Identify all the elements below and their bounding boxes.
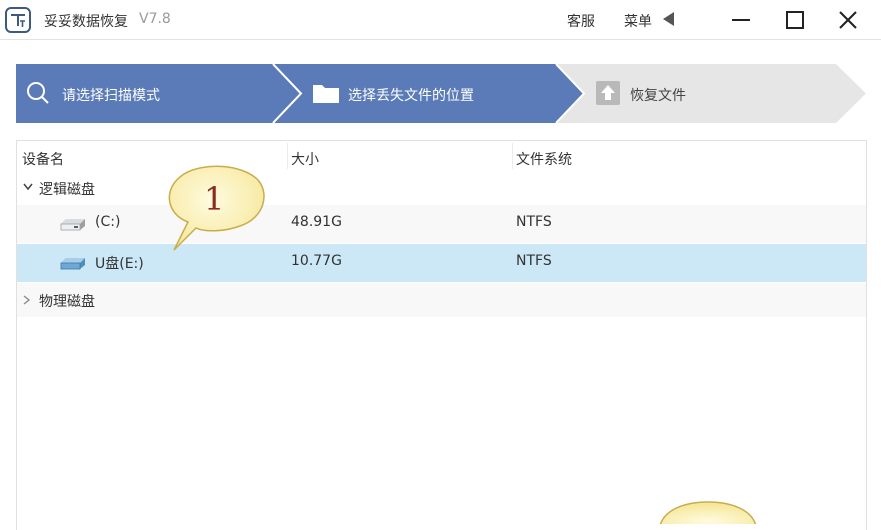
minimize-icon xyxy=(732,19,750,21)
usb-drive-icon xyxy=(60,258,85,270)
menu-button[interactable]: 菜单 xyxy=(624,11,652,31)
column-header-size[interactable]: 大小 xyxy=(291,149,319,169)
chevron-down-icon[interactable] xyxy=(23,183,33,191)
app-title: 妥妥数据恢复 xyxy=(44,14,128,30)
app-logo-icon xyxy=(5,7,31,33)
hard-drive-icon xyxy=(60,219,85,231)
device-size: 10.77G xyxy=(291,253,342,269)
device-file-system: NTFS xyxy=(516,253,552,269)
group-label: 物理磁盘 xyxy=(39,294,95,310)
group-label: 逻辑磁盘 xyxy=(39,182,95,198)
upload-icon xyxy=(596,81,620,105)
close-icon xyxy=(839,11,857,29)
table-row[interactable]: (C:) 48.91G NTFS xyxy=(17,205,866,243)
app-version: V7.8 xyxy=(139,11,171,27)
callout-bubble-2 xyxy=(659,501,757,524)
folder-icon xyxy=(313,85,339,103)
minimize-button[interactable] xyxy=(723,5,759,35)
device-list: 设备名 大小 文件系统 逻辑磁盘 (C:) 48.91G NTFS U盘(E:)… xyxy=(16,140,867,530)
device-name: U盘(E:) xyxy=(95,256,144,272)
step-2-label: 选择丢失文件的位置 xyxy=(348,88,474,104)
tree-group-physical-disks[interactable]: 物理磁盘 xyxy=(17,283,866,317)
step-3-label: 恢复文件 xyxy=(630,88,686,104)
callout-number: 1 xyxy=(204,180,225,218)
column-header-file-system[interactable]: 文件系统 xyxy=(516,149,572,169)
title-bar: 妥妥数据恢复 V7.8 客服 菜单 xyxy=(0,0,881,40)
device-size: 48.91G xyxy=(291,214,342,230)
chevron-right-icon[interactable] xyxy=(23,295,31,305)
column-separator xyxy=(287,143,288,169)
device-name: (C:) xyxy=(95,214,121,230)
search-icon xyxy=(27,82,49,104)
tree-group-logical-disks[interactable]: 逻辑磁盘 xyxy=(17,171,866,205)
table-row-selected[interactable]: U盘(E:) 10.77G NTFS xyxy=(17,244,866,282)
step-progress-bar: 请选择扫描模式 选择丢失文件的位置 恢复文件 xyxy=(16,64,868,123)
device-file-system: NTFS xyxy=(516,214,552,230)
column-separator xyxy=(512,143,513,169)
customer-service-link[interactable]: 客服 xyxy=(567,11,595,31)
close-button[interactable] xyxy=(830,5,866,35)
column-header-device-name[interactable]: 设备名 xyxy=(22,149,64,169)
menu-arrow-icon[interactable] xyxy=(663,12,674,26)
step-1-label: 请选择扫描模式 xyxy=(62,88,160,104)
maximize-button[interactable] xyxy=(777,5,813,35)
maximize-icon xyxy=(786,11,804,29)
